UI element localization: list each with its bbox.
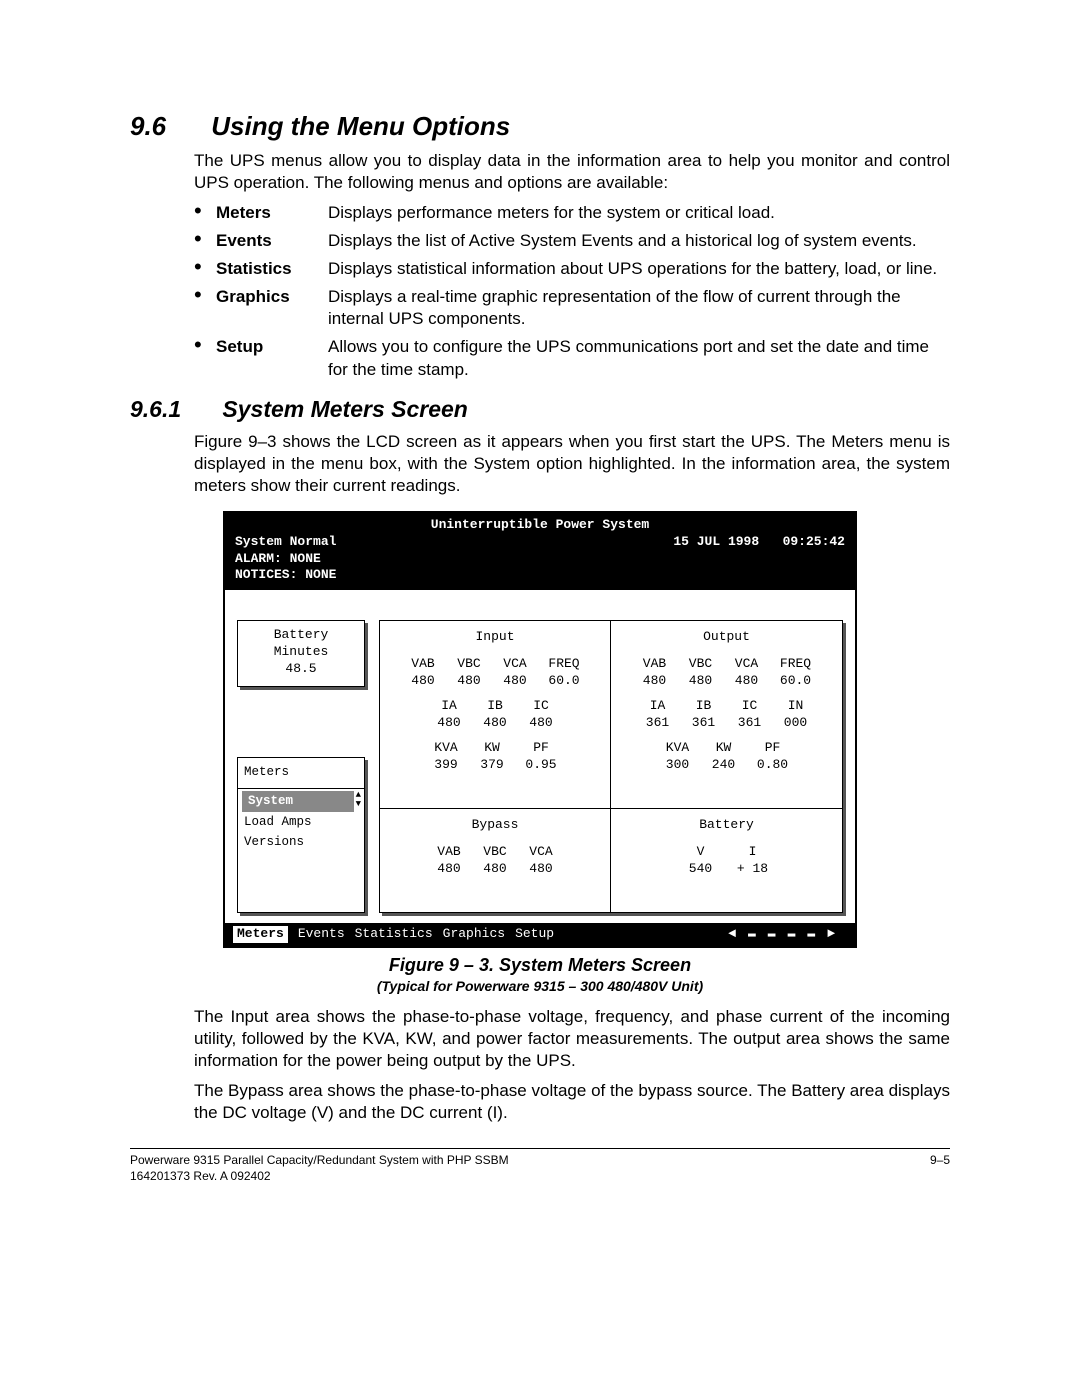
input-panel: Input VABVBCVCAFREQ 48048048060.0 IAIBIC… (380, 621, 611, 809)
lcd-title: Uninterruptible Power System (235, 517, 845, 534)
bullet-icon: • (194, 230, 216, 248)
lcd-meters-grid: Input VABVBCVCAFREQ 48048048060.0 IAIBIC… (379, 620, 843, 913)
menu-item: •GraphicsDisplays a real-time graphic re… (194, 286, 950, 330)
footer-page-number: 9–5 (930, 1153, 950, 1184)
output-panel: Output VABVBCVCAFREQ 48048048060.0 IAIBI… (611, 621, 842, 809)
subsection-para: Figure 9–3 shows the LCD screen as it ap… (194, 431, 950, 497)
lcd-status: System Normal (235, 534, 336, 551)
meters-menu-box: Meters ▲▼ System Load Amps Versions (237, 757, 365, 913)
meters-menu-item-versions: Versions (238, 832, 364, 852)
bottom-menu-setup: Setup (515, 926, 554, 943)
meters-menu-item-load-amps: Load Amps (238, 812, 364, 832)
lcd-notices: NOTICES: NONE (235, 567, 336, 584)
battery-minutes-box: Battery Minutes 48.5 (237, 620, 365, 687)
arrow-icons: ◄▬▬▬▬► (728, 926, 847, 943)
lcd-header: Uninterruptible Power System System Norm… (225, 513, 855, 591)
menu-item: •MetersDisplays performance meters for t… (194, 202, 950, 224)
meters-menu-item-system: System (242, 791, 354, 811)
meters-menu-title: Meters (238, 762, 364, 788)
menu-item: •EventsDisplays the list of Active Syste… (194, 230, 950, 252)
lcd-figure: Uninterruptible Power System System Norm… (223, 511, 857, 948)
bottom-menu-meters: Meters (233, 926, 288, 943)
page-footer: Powerware 9315 Parallel Capacity/Redunda… (130, 1148, 950, 1184)
menu-item: •StatisticsDisplays statistical informat… (194, 258, 950, 280)
after-para-2: The Bypass area shows the phase-to-phase… (194, 1080, 950, 1124)
menu-item: •SetupAllows you to configure the UPS co… (194, 336, 950, 380)
after-para-1: The Input area shows the phase-to-phase … (194, 1006, 950, 1072)
footer-doc-title: Powerware 9315 Parallel Capacity/Redunda… (130, 1153, 509, 1169)
bullet-icon: • (194, 258, 216, 276)
bypass-panel: Bypass VABVBCVCA 480480480 (380, 809, 611, 912)
lcd-date: 15 JUL 1998 (673, 534, 759, 549)
subsection-heading: 9.6.1 System Meters Screen (130, 395, 950, 425)
figure-subcaption: (Typical for Powerware 9315 – 300 480/48… (130, 977, 950, 995)
subsection-number: 9.6.1 (130, 395, 216, 425)
figure-caption: Figure 9 – 3. System Meters Screen (130, 954, 950, 977)
bullet-icon: • (194, 202, 216, 220)
footer-doc-rev: 164201373 Rev. A 092402 (130, 1169, 509, 1185)
bottom-menu-events: Events (298, 926, 345, 943)
bullet-icon: • (194, 286, 216, 304)
bullet-icon: • (194, 336, 216, 354)
menu-option-list: •MetersDisplays performance meters for t… (194, 202, 950, 381)
section-number: 9.6 (130, 110, 204, 144)
bottom-menu-statistics: Statistics (355, 926, 433, 943)
section-intro: The UPS menus allow you to display data … (194, 150, 950, 194)
scroll-arrows-icon: ▲▼ (356, 791, 361, 809)
section-title: Using the Menu Options (211, 111, 510, 141)
lcd-status-row: System Normal ALARM: NONE NOTICES: NONE … (235, 534, 845, 585)
battery-panel: Battery VI 540+ 18 (611, 809, 842, 912)
bottom-menu-graphics: Graphics (443, 926, 505, 943)
lcd-left-column: Battery Minutes 48.5 Meters ▲▼ System Lo… (237, 620, 365, 913)
lcd-time: 09:25:42 (783, 534, 845, 549)
subsection-title: System Meters Screen (222, 396, 467, 422)
lcd-bottom-menu: Meters Events Statistics Graphics Setup … (225, 923, 855, 946)
section-heading: 9.6 Using the Menu Options (130, 110, 950, 144)
lcd-alarm: ALARM: NONE (235, 551, 336, 568)
